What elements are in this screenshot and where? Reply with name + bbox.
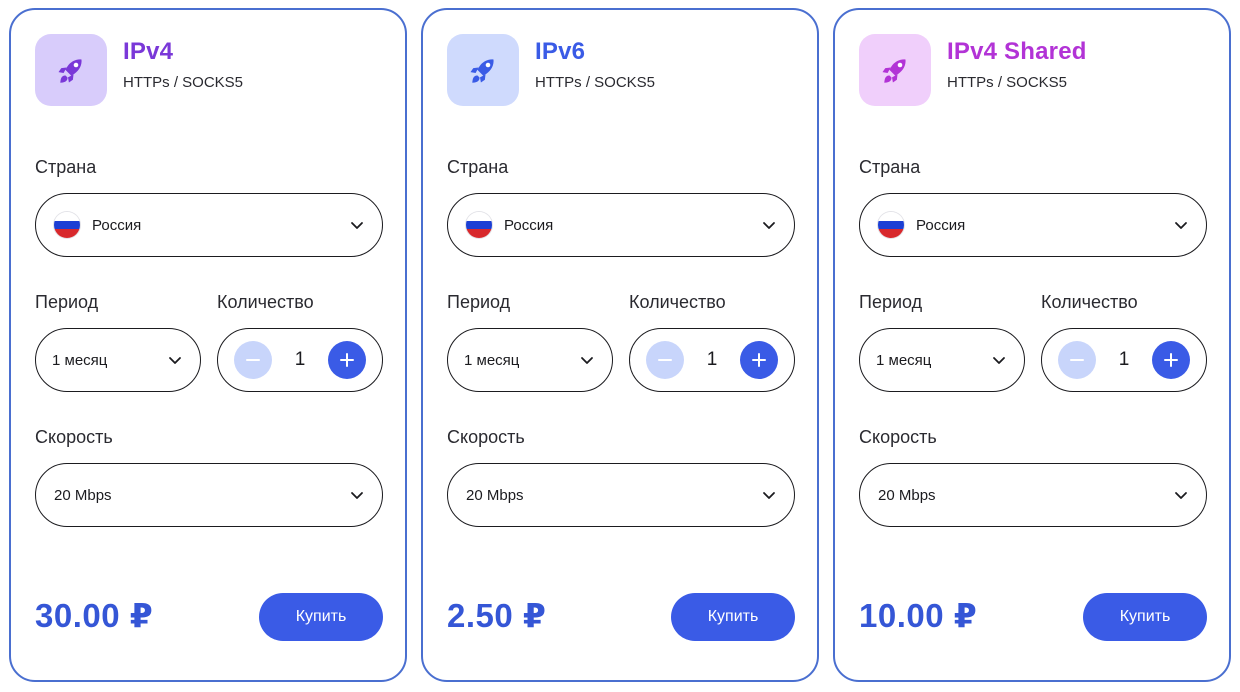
chevron-down-icon: [351, 222, 363, 229]
country-label: Страна: [35, 157, 97, 177]
period-label: Период: [859, 292, 923, 312]
speed-select[interactable]: 20 Mbps: [859, 463, 1207, 527]
country-label: Страна: [859, 157, 921, 177]
rocket-icon: [447, 34, 519, 106]
plus-icon: [339, 353, 354, 367]
price: 2.50 ₽: [447, 597, 547, 634]
period-label: Период: [35, 292, 99, 312]
period-select[interactable]: 1 месяц: [35, 328, 201, 392]
speed-value: 20 Mbps: [54, 486, 112, 504]
period-label: Период: [447, 292, 511, 312]
speed-select[interactable]: 20 Mbps: [447, 463, 795, 527]
chevron-down-icon: [169, 357, 181, 364]
speed-value: 20 Mbps: [878, 486, 936, 504]
increase-button[interactable]: [327, 341, 366, 379]
card-ipv4-shared: IPv4 Shared HTTPs / SOCKS5 Страна Россия…: [833, 8, 1231, 682]
plus-icon: [1163, 353, 1178, 367]
chevron-down-icon: [763, 492, 775, 499]
card-title: IPv4: [123, 38, 174, 65]
card-subtitle: HTTPs / SOCKS5: [123, 74, 244, 91]
chevron-down-icon: [581, 357, 593, 364]
decrease-button[interactable]: [646, 341, 684, 379]
period-value: 1 месяц: [52, 351, 108, 369]
speed-label: Скорость: [859, 427, 937, 447]
russia-flag-icon: [466, 212, 492, 238]
country-value: Россия: [916, 216, 966, 234]
decrease-button[interactable]: [234, 341, 272, 379]
pricing-cards: IPv4 HTTPs / SOCKS5 Страна Россия Период…: [0, 0, 1240, 692]
quantity-value: 1: [294, 349, 306, 370]
quantity-stepper: 1: [1041, 328, 1207, 392]
quantity-label: Количество: [1041, 292, 1138, 312]
russia-flag-icon: [54, 212, 80, 238]
chevron-down-icon: [351, 492, 363, 499]
country-value: Россия: [92, 216, 142, 234]
card-ipv6: IPv6 HTTPs / SOCKS5 Страна Россия Период…: [421, 8, 819, 682]
country-select[interactable]: Россия: [859, 193, 1207, 257]
card-subtitle: HTTPs / SOCKS5: [535, 74, 656, 91]
quantity-label: Количество: [629, 292, 726, 312]
minus-icon: [1070, 359, 1084, 361]
speed-label: Скорость: [35, 427, 113, 447]
price: 10.00 ₽: [859, 597, 978, 634]
russia-flag-icon: [878, 212, 904, 238]
minus-icon: [658, 359, 672, 361]
chevron-down-icon: [1175, 222, 1187, 229]
minus-icon: [246, 359, 260, 361]
card-subtitle: HTTPs / SOCKS5: [947, 74, 1068, 91]
chevron-down-icon: [763, 222, 775, 229]
period-select[interactable]: 1 месяц: [859, 328, 1025, 392]
buy-button[interactable]: Купить: [671, 593, 795, 641]
card-ipv4: IPv4 HTTPs / SOCKS5 Страна Россия Период…: [9, 8, 407, 682]
quantity-value: 1: [1118, 349, 1130, 370]
card-title: IPv6: [535, 38, 586, 65]
rocket-icon: [35, 34, 107, 106]
country-select[interactable]: Россия: [447, 193, 795, 257]
decrease-button[interactable]: [1058, 341, 1096, 379]
chevron-down-icon: [993, 357, 1005, 364]
country-value: Россия: [504, 216, 554, 234]
increase-button[interactable]: [739, 341, 778, 379]
plus-icon: [751, 353, 766, 367]
country-label: Страна: [447, 157, 509, 177]
increase-button[interactable]: [1151, 341, 1190, 379]
rocket-icon: [859, 34, 931, 106]
speed-select[interactable]: 20 Mbps: [35, 463, 383, 527]
price: 30.00 ₽: [35, 597, 154, 634]
period-select[interactable]: 1 месяц: [447, 328, 613, 392]
quantity-stepper: 1: [629, 328, 795, 392]
quantity-value: 1: [706, 349, 718, 370]
speed-value: 20 Mbps: [466, 486, 524, 504]
buy-button[interactable]: Купить: [1083, 593, 1207, 641]
chevron-down-icon: [1175, 492, 1187, 499]
buy-button[interactable]: Купить: [259, 593, 383, 641]
speed-label: Скорость: [447, 427, 525, 447]
quantity-stepper: 1: [217, 328, 383, 392]
period-value: 1 месяц: [876, 351, 932, 369]
country-select[interactable]: Россия: [35, 193, 383, 257]
quantity-label: Количество: [217, 292, 314, 312]
period-value: 1 месяц: [464, 351, 520, 369]
card-title: IPv4 Shared: [947, 38, 1087, 65]
